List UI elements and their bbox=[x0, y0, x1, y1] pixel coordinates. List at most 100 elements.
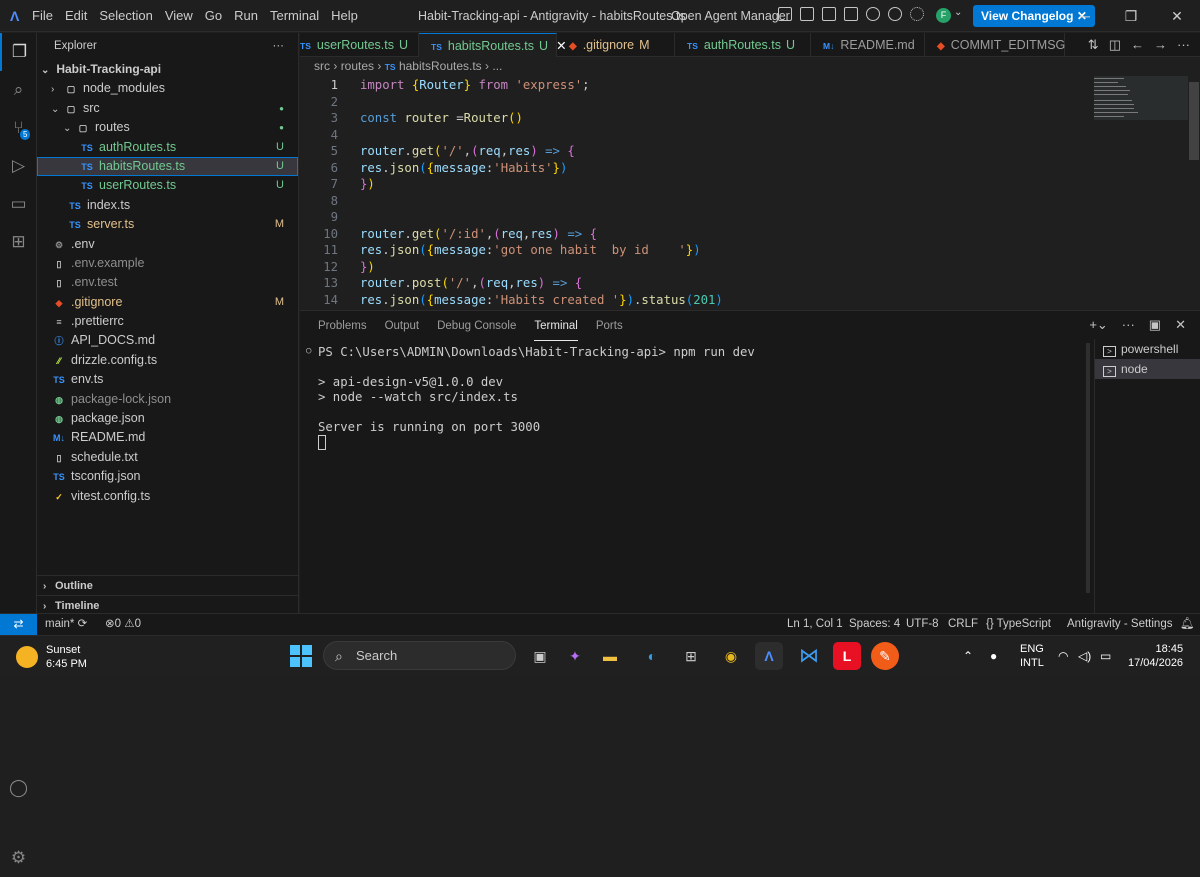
extensions-icon[interactable] bbox=[888, 7, 902, 21]
editor-tab[interactable]: TS userRoutes.ts U bbox=[300, 33, 419, 57]
explorer-icon[interactable]: ❐ bbox=[0, 33, 37, 71]
terminal-item-powershell[interactable]: > powershell bbox=[1095, 339, 1200, 359]
tree-item[interactable]: TS index.ts bbox=[37, 196, 298, 215]
breadcrumb-routes[interactable]: routes bbox=[341, 59, 374, 73]
remote-explorer-icon[interactable]: ▭ bbox=[0, 185, 37, 223]
toggle-secondary-sidebar-icon[interactable] bbox=[844, 7, 858, 21]
tab-terminal[interactable]: Terminal bbox=[534, 311, 578, 341]
indentation[interactable]: Spaces: 4 bbox=[849, 614, 900, 635]
go-back-icon[interactable]: ← bbox=[1131, 33, 1144, 57]
timeline-section[interactable]: › Timeline bbox=[37, 595, 299, 615]
workspace-root[interactable]: ⌄ Habit-Tracking-api bbox=[37, 60, 298, 79]
chrome-browser-icon[interactable]: ◉ bbox=[717, 642, 745, 670]
new-terminal-icon[interactable]: +⌄ bbox=[1089, 317, 1107, 333]
tree-item[interactable]: M↓ README.md bbox=[37, 428, 298, 447]
menu-view[interactable]: View bbox=[159, 0, 199, 32]
compare-icon[interactable]: ⇅ bbox=[1088, 33, 1099, 57]
menu-selection[interactable]: Selection bbox=[93, 0, 158, 32]
open-agent-manager-button[interactable]: Open Agent Manager bbox=[671, 0, 790, 32]
menu-run[interactable]: Run bbox=[228, 0, 264, 32]
editor-tab[interactable]: M↓ README.md bbox=[811, 33, 925, 57]
task-view-icon[interactable]: ▣ bbox=[526, 642, 554, 670]
tree-item[interactable]: ⌄ ▢ src ● bbox=[37, 99, 298, 118]
close-window-icon[interactable]: ✕ bbox=[1154, 0, 1200, 32]
edge-browser-icon[interactable]: ◐ bbox=[638, 642, 666, 670]
red-l-app-icon[interactable]: L bbox=[833, 642, 861, 670]
tree-item[interactable]: ⓘ API_DOCS.md bbox=[37, 331, 298, 350]
tab-ports[interactable]: Ports bbox=[596, 311, 623, 341]
terminal-output[interactable]: ○ PS C:\Users\ADMIN\Downloads\Habit-Trac… bbox=[306, 343, 1086, 611]
outline-section[interactable]: › Outline bbox=[37, 575, 299, 595]
language-indicator[interactable]: ENG INTL bbox=[1020, 642, 1044, 670]
antigravity-settings[interactable]: Antigravity - Settings bbox=[1067, 614, 1172, 635]
microsoft-store-icon[interactable]: ⊞ bbox=[677, 642, 705, 670]
tree-item[interactable]: ≡ .prettierrc bbox=[37, 312, 298, 331]
tab-output[interactable]: Output bbox=[385, 311, 420, 341]
copilot-icon[interactable]: ✦ bbox=[561, 642, 589, 670]
weather-widget[interactable]: Sunset 6:45 PM bbox=[16, 643, 87, 671]
tree-item[interactable]: ◆ .gitignore M bbox=[37, 293, 298, 312]
clock[interactable]: 18:45 17/04/2026 bbox=[1128, 642, 1183, 670]
menu-go[interactable]: Go bbox=[199, 0, 228, 32]
toggle-sidebar-icon[interactable] bbox=[800, 7, 814, 21]
file-explorer-icon[interactable]: ▬ bbox=[596, 642, 624, 670]
tab-debug-console[interactable]: Debug Console bbox=[437, 311, 516, 341]
tree-item[interactable]: ✓ vitest.config.ts bbox=[37, 487, 298, 506]
editor-scrollbar[interactable] bbox=[1188, 76, 1200, 310]
extensions-view-icon[interactable]: ⊞ bbox=[0, 223, 37, 261]
tree-item[interactable]: ▯ .env.test bbox=[37, 273, 298, 292]
editor-tab[interactable]: ◆ COMMIT_EDITMSG bbox=[925, 33, 1065, 57]
vscode-icon[interactable]: ⋈ bbox=[795, 642, 823, 670]
tree-item[interactable]: ⚙ .env bbox=[37, 235, 298, 254]
remote-icon[interactable]: ⇄ bbox=[0, 614, 37, 635]
windows-start-icon[interactable] bbox=[290, 645, 312, 667]
minimize-icon[interactable]: ─ bbox=[1062, 0, 1108, 32]
language-mode[interactable]: {} TypeScript bbox=[986, 614, 1051, 635]
tab-problems[interactable]: Problems bbox=[318, 311, 367, 341]
chevron-down-icon[interactable]: ⌄ bbox=[954, 7, 962, 18]
tree-item[interactable]: ⌄ ▢ routes ● bbox=[37, 118, 298, 137]
search-icon[interactable] bbox=[866, 7, 880, 21]
tree-item[interactable]: ◍ package-lock.json bbox=[37, 390, 298, 409]
search-view-icon[interactable]: ⌕ bbox=[0, 71, 37, 109]
layout-icon[interactable] bbox=[778, 7, 792, 21]
tree-item[interactable]: TS env.ts bbox=[37, 370, 298, 389]
menu-edit[interactable]: Edit bbox=[59, 0, 93, 32]
show-hidden-icons-icon[interactable]: ⌃ bbox=[963, 636, 973, 676]
terminal-scrollbar[interactable] bbox=[1084, 343, 1092, 611]
account-icon[interactable]: ◯ bbox=[0, 769, 37, 807]
wifi-icon[interactable]: ◠ bbox=[1058, 636, 1068, 676]
maximize-panel-icon[interactable]: ▣ bbox=[1149, 317, 1161, 333]
tree-item[interactable]: ◍ package.json bbox=[37, 409, 298, 428]
menu-help[interactable]: Help bbox=[325, 0, 364, 32]
menu-terminal[interactable]: Terminal bbox=[264, 0, 325, 32]
run-debug-icon[interactable]: ▷ bbox=[0, 147, 37, 185]
tree-item[interactable]: TS habitsRoutes.ts U bbox=[37, 156, 298, 177]
scrollbar-thumb[interactable] bbox=[1189, 82, 1199, 160]
breadcrumb-symbol[interactable]: ... bbox=[492, 59, 502, 73]
avatar[interactable]: F bbox=[936, 8, 951, 23]
close-panel-icon[interactable]: ✕ bbox=[1175, 317, 1186, 333]
tree-item[interactable]: TS server.ts M bbox=[37, 215, 298, 234]
menu-file[interactable]: File bbox=[26, 0, 59, 32]
breadcrumb-file[interactable]: habitsRoutes.ts bbox=[399, 59, 482, 73]
breadcrumb-src[interactable]: src bbox=[314, 59, 330, 73]
minimap[interactable] bbox=[1090, 76, 1188, 310]
tree-item[interactable]: ⁄⁄ drizzle.config.ts bbox=[37, 351, 298, 370]
code-editor[interactable]: 1 2 3 4 5 6 7 8 9 10 11 12 13 14 import {Router} from… bbox=[300, 76, 1188, 310]
battery-icon[interactable]: ▭ bbox=[1100, 636, 1111, 676]
cursor-position[interactable]: Ln 1, Col 1 bbox=[787, 614, 843, 635]
editor-tab[interactable]: TS habitsRoutes.ts U ✕ bbox=[419, 33, 567, 57]
app-logo-icon[interactable]: Λ bbox=[10, 8, 19, 24]
toggle-panel-icon[interactable] bbox=[822, 7, 836, 21]
more-actions-icon[interactable]: ··· bbox=[1177, 33, 1190, 57]
terminal-item-node[interactable]: > node bbox=[1095, 359, 1200, 379]
tree-item[interactable]: ▯ schedule.txt bbox=[37, 448, 298, 467]
more-actions-icon[interactable]: ··· bbox=[1122, 317, 1135, 333]
settings-gear-icon[interactable] bbox=[910, 7, 924, 21]
postman-icon[interactable]: ✎ bbox=[871, 642, 899, 670]
volume-icon[interactable]: ◁) bbox=[1078, 636, 1091, 676]
more-actions-icon[interactable]: ··· bbox=[273, 33, 285, 60]
manage-gear-icon[interactable]: ⚙ bbox=[0, 839, 37, 877]
tree-item[interactable]: TS userRoutes.ts U bbox=[37, 176, 298, 195]
